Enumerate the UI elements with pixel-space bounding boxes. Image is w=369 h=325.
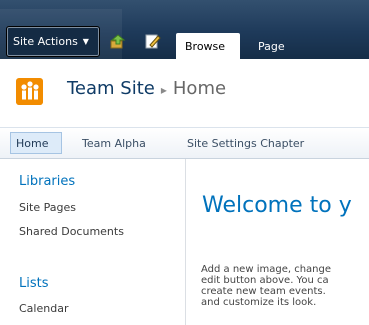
topnav-item-site-settings-chapter[interactable]: Site Settings Chapter [187,132,304,154]
edit-page-icon[interactable] [144,33,161,50]
quick-launch-item-site-pages[interactable]: Site Pages [19,201,76,214]
body-line: edit button above. You ca [201,275,329,286]
page-title: Home [172,78,227,99]
topnav-item-label: Home [16,136,49,150]
welcome-heading: Welcome to y [202,193,352,218]
quick-launch-item-shared-documents[interactable]: Shared Documents [19,225,124,238]
body-line: create new team events. [201,286,326,297]
tab-page-label: Page [258,39,285,53]
ribbon-bar: Site Actions ▼ Browse Page [0,0,369,59]
tab-page[interactable]: Page [250,33,294,59]
topnav-item-home[interactable]: Home [10,132,62,154]
welcome-body-text: Add a new image, change edit button abov… [201,264,331,308]
breadcrumb: Team Site ▸ Home [67,78,226,99]
main-content: Welcome to y Add a new image, change edi… [186,159,369,325]
tab-browse[interactable]: Browse [176,33,240,59]
topnav-item-label: Site Settings Chapter [187,136,305,150]
top-nav-bar: Home Team Alpha Site Settings Chapter [0,127,369,159]
quick-launch-heading-libraries[interactable]: Libraries [19,174,75,189]
breadcrumb-separator: ▸ [160,83,167,97]
navigate-up-icon[interactable] [109,33,126,50]
site-title-link[interactable]: Team Site [67,78,155,99]
body-line: and customize its look. [201,297,317,308]
tab-browse-label: Browse [185,39,226,53]
quick-launch-heading-lists[interactable]: Lists [19,276,49,291]
quick-launch-item-calendar[interactable]: Calendar [19,302,68,315]
quick-launch: Libraries Site Pages Shared Documents Li… [0,159,186,325]
topnav-item-label: Team Alpha [82,136,146,150]
body-line: Add a new image, change [201,264,331,275]
site-actions-label: Site Actions [13,35,78,48]
chevron-down-icon: ▼ [82,37,89,46]
team-site-logo-icon[interactable] [16,78,43,105]
topnav-item-team-alpha[interactable]: Team Alpha [82,132,146,154]
title-area: Team Site ▸ Home [0,59,369,127]
site-actions-menu-button[interactable]: Site Actions ▼ [6,26,100,57]
